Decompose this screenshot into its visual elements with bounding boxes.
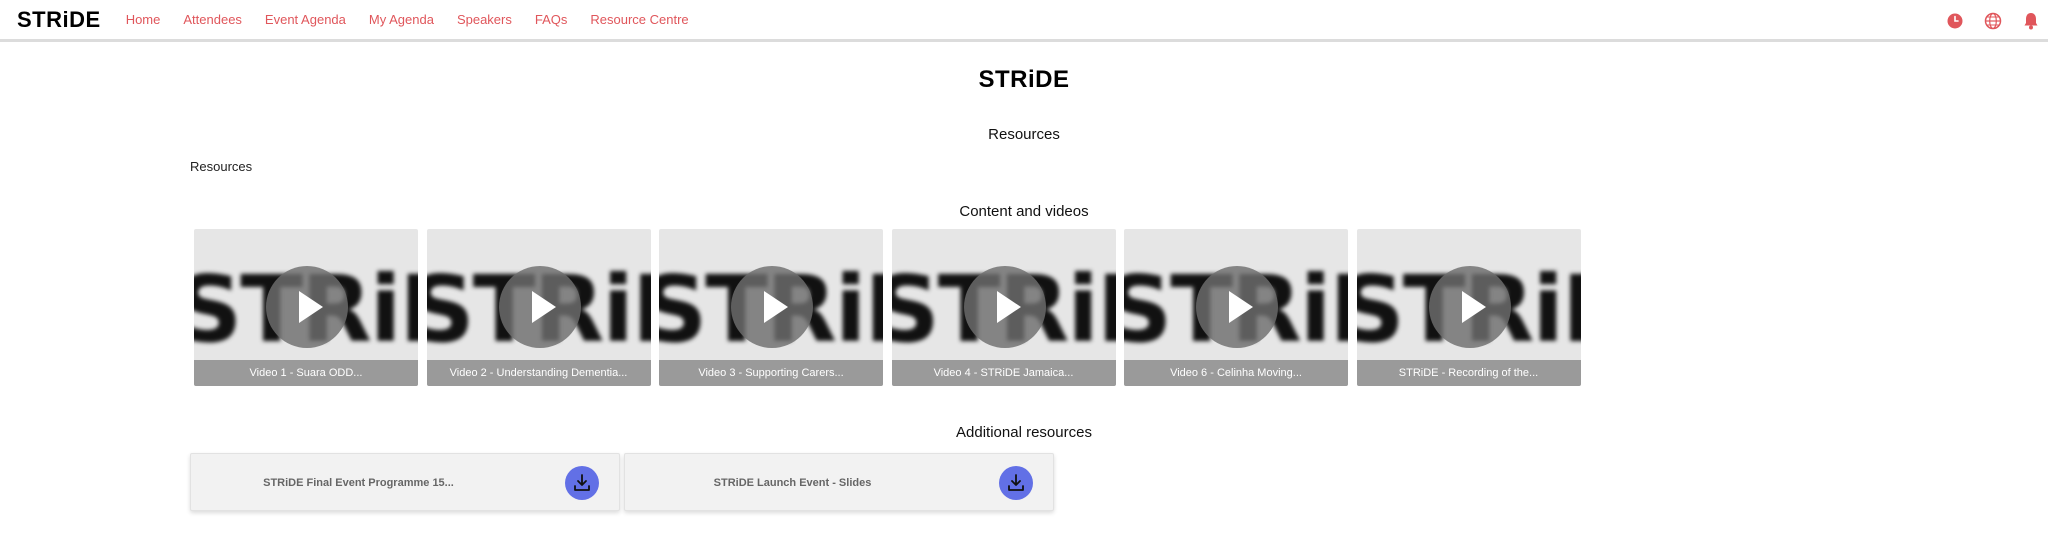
nav-home[interactable]: Home — [126, 12, 161, 27]
clock-icon[interactable] — [1944, 10, 1966, 32]
video-card-2[interactable]: STRiDE Video 2 - Understanding Dementia.… — [426, 229, 651, 386]
video-caption: STRiDE - Recording of the... — [1356, 360, 1581, 386]
play-triangle — [531, 291, 556, 323]
video-caption: Video 4 - STRiDE Jamaica... — [891, 360, 1116, 386]
videos-section-title: Content and videos — [959, 203, 1089, 220]
nav-event-agenda[interactable]: Event Agenda — [265, 12, 346, 27]
play-triangle — [1229, 291, 1253, 323]
download-icon — [574, 474, 590, 491]
nav-faqs[interactable]: FAQs — [535, 12, 568, 27]
additional-resources-title: Additional resources — [956, 424, 1092, 441]
video-caption: Video 6 - Celinha Moving... — [1124, 360, 1348, 386]
download-button[interactable] — [565, 466, 599, 500]
nav-speakers[interactable]: Speakers — [457, 12, 512, 27]
header-actions — [1928, 10, 2042, 32]
bell-icon[interactable] — [2020, 10, 2042, 32]
play-triangle — [1461, 291, 1486, 323]
play-triangle — [299, 291, 323, 323]
nav-attendees[interactable]: Attendees — [183, 12, 242, 27]
resource-label: STRiDE Final Event Programme 15... — [263, 477, 454, 489]
breadcrumb: Resources — [190, 159, 253, 174]
nav-my-agenda[interactable]: My Agenda — [369, 12, 434, 27]
resource-card-2[interactable]: STRiDE Launch Event - Slides — [624, 453, 1054, 511]
resource-list: STRiDE Final Event Programme 15... STRiD… — [190, 453, 1058, 511]
download-button[interactable] — [999, 466, 1033, 500]
globe-icon[interactable] — [1982, 10, 2004, 32]
nav-resource-centre[interactable]: Resource Centre — [590, 12, 688, 27]
video-card-3[interactable]: STRiDE Video 3 - Supporting Carers... — [659, 229, 883, 386]
video-caption: Video 3 - Supporting Carers... — [659, 360, 883, 386]
play-triangle — [996, 291, 1021, 323]
video-list: STRiDE Video 1 - Suara ODD... STRiDE Vid… — [194, 229, 1589, 386]
resource-label: STRiDE Launch Event - Slides — [713, 477, 872, 489]
video-card-4[interactable]: STRiDE Video 4 - STRiDE Jamaica... — [891, 229, 1116, 386]
video-caption: Video 2 - Understanding Dementia... — [426, 360, 651, 386]
page-title: Resources — [988, 126, 1060, 143]
download-icon — [1008, 474, 1024, 491]
main-nav: Home Attendees Event Agenda My Agenda Sp… — [126, 12, 712, 27]
top-navigation-bar: STRiDE Home Attendees Event Agenda My Ag… — [0, 0, 2048, 42]
resource-card-1[interactable]: STRiDE Final Event Programme 15... — [190, 453, 620, 511]
brand-logo[interactable]: STRiDE — [17, 7, 101, 33]
page-logo: STRiDE — [978, 66, 1070, 93]
video-card-1[interactable]: STRiDE Video 1 - Suara ODD... — [194, 229, 418, 386]
video-card-6[interactable]: STRiDE STRiDE - Recording of the... — [1356, 229, 1581, 386]
play-triangle — [764, 291, 788, 323]
video-card-5[interactable]: STRiDE Video 6 - Celinha Moving... — [1124, 229, 1348, 386]
video-caption: Video 1 - Suara ODD... — [194, 360, 418, 386]
